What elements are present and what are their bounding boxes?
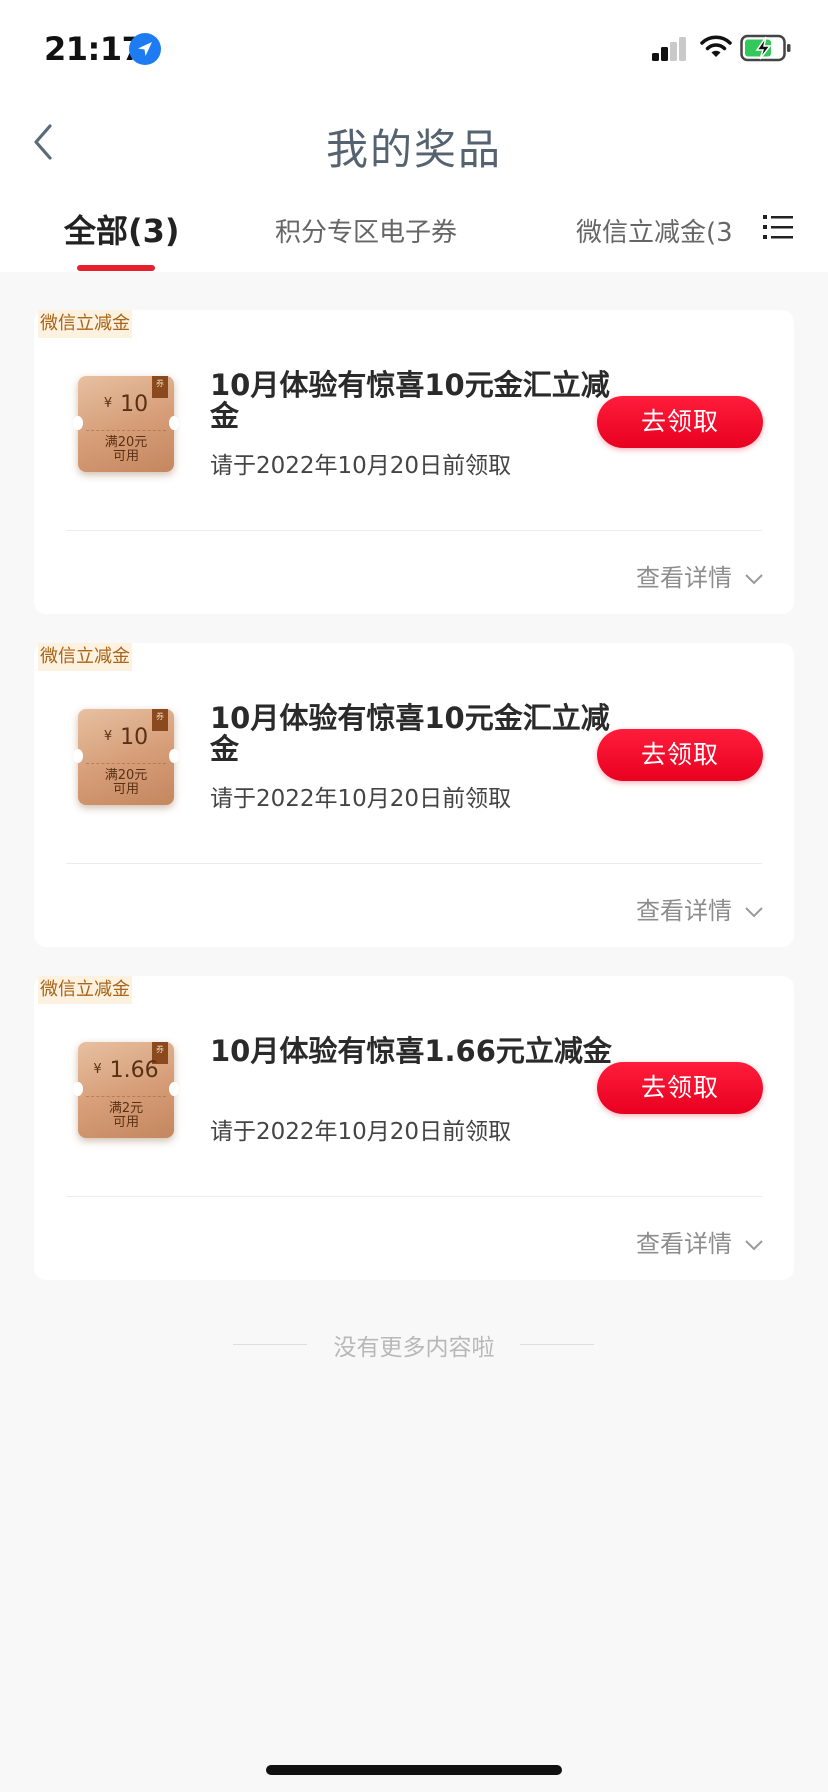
prize-title: 10月体验有惊喜10元金汇立减金	[210, 701, 610, 766]
coupon-amount: ¥1.66	[93, 1058, 159, 1083]
prize-deadline: 请于2022年10月20日前领取	[210, 453, 512, 479]
coupon-condition: 满2元 可用	[108, 1101, 144, 1130]
coupon-divider	[86, 1096, 166, 1097]
prize-deadline: 请于2022年10月20日前领取	[210, 786, 512, 812]
list-menu-icon[interactable]	[763, 213, 793, 241]
chevron-down-icon	[745, 907, 763, 918]
coupon-condition: 满20元 可用	[104, 768, 148, 797]
view-details-link[interactable]: 查看详情	[636, 1224, 764, 1259]
prize-title: 10月体验有惊喜1.66元立减金	[210, 1034, 612, 1068]
tab-points-vouchers[interactable]: 积分专区电子券	[275, 212, 457, 249]
prize-card: 微信立减金 券 ¥10 满20元 可用 10月体验有惊喜10元金汇立减金 请于20…	[34, 643, 794, 947]
coupon-divider	[86, 763, 166, 764]
end-of-list-note: 没有更多内容啦	[333, 1335, 495, 1361]
card-divider	[66, 530, 762, 531]
home-indicator[interactable]	[266, 1765, 562, 1775]
prize-card: 微信立减金 券 ¥10 满20元 可用 10月体验有惊喜10元金汇立减金 请于20…	[34, 310, 794, 614]
prize-title: 10月体验有惊喜10元金汇立减金	[210, 368, 610, 433]
battery-charging-icon	[740, 34, 791, 62]
active-tab-indicator	[77, 265, 155, 271]
coupon-thumbnail: 券 ¥1.66 满2元 可用	[73, 1042, 179, 1138]
card-divider	[66, 863, 762, 864]
location-arrow-icon	[129, 33, 161, 65]
view-details-link[interactable]: 查看详情	[636, 891, 764, 926]
wifi-icon	[700, 35, 732, 57]
prize-tag: 微信立减金	[38, 310, 132, 338]
coupon-thumbnail: 券 ¥10 满20元 可用	[73, 376, 179, 472]
prize-tag: 微信立减金	[38, 976, 132, 1004]
claim-button[interactable]: 去领取	[597, 396, 763, 448]
tab-all[interactable]: 全部(3)	[64, 206, 180, 252]
coupon-amount: ¥10	[103, 725, 149, 750]
chevron-down-icon	[745, 1240, 763, 1251]
chevron-down-icon	[745, 574, 763, 585]
card-divider	[66, 1196, 762, 1197]
tab-wechat-discount[interactable]: 微信立减金(3)	[576, 212, 732, 249]
view-details-link[interactable]: 查看详情	[636, 558, 764, 593]
claim-button[interactable]: 去领取	[597, 1062, 763, 1114]
cellular-signal-icon	[652, 37, 686, 61]
coupon-thumbnail: 券 ¥10 满20元 可用	[73, 709, 179, 805]
coupon-condition: 满20元 可用	[104, 435, 148, 464]
prize-tag: 微信立减金	[38, 643, 132, 671]
page-title: 我的奖品	[325, 125, 502, 174]
prize-card: 微信立减金 券 ¥1.66 满2元 可用 10月体验有惊喜1.66元立减金 请于2…	[34, 976, 794, 1280]
end-note-line-right	[520, 1344, 594, 1345]
coupon-amount: ¥10	[103, 392, 149, 417]
prize-deadline: 请于2022年10月20日前领取	[210, 1119, 512, 1145]
claim-button[interactable]: 去领取	[597, 729, 763, 781]
coupon-divider	[86, 430, 166, 431]
